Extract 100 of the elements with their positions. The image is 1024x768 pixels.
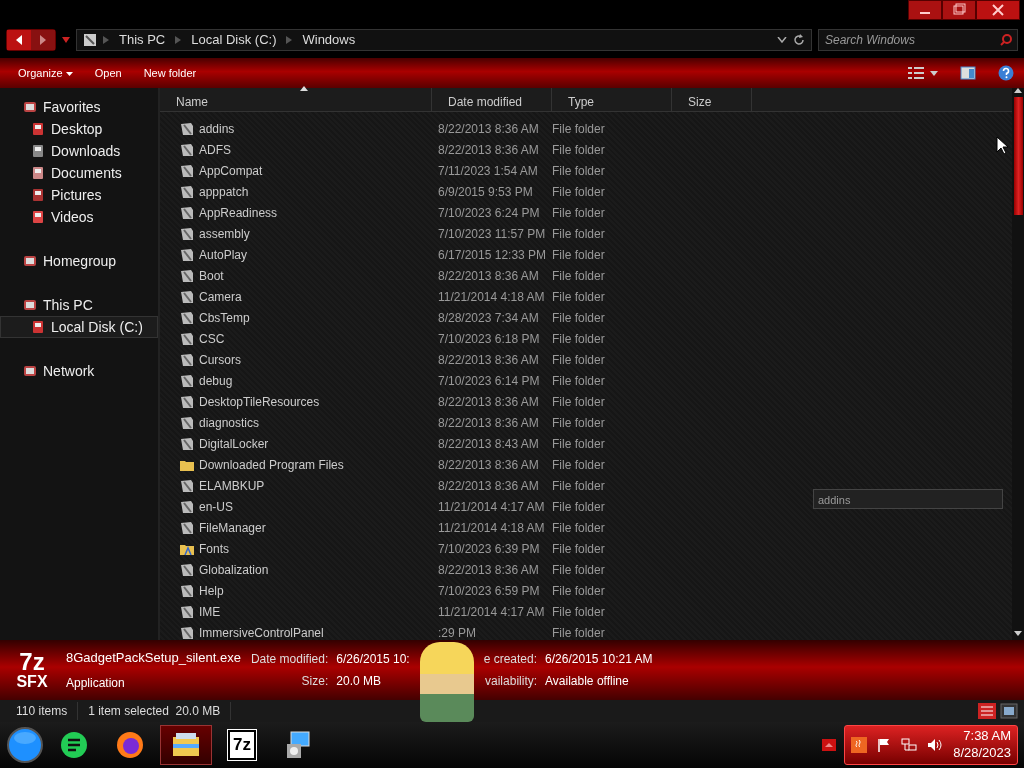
- preview-pane-icon[interactable]: [960, 66, 976, 80]
- firefox-icon: [115, 730, 145, 760]
- chevron-icon: [175, 36, 182, 44]
- file-name[interactable]: FileManager: [199, 518, 266, 537]
- sort-arrow-icon[interactable]: [300, 86, 308, 91]
- file-name: 8GadgetPackSetup_silent.exe: [66, 649, 241, 668]
- date-cell: 11/21/2014 4:18 AM: [438, 289, 545, 304]
- file-name[interactable]: diagnostics: [199, 413, 260, 432]
- folder-icon: [180, 478, 194, 493]
- date-cell: 7/11/2023 1:54 AM: [438, 163, 538, 178]
- taskbar-app[interactable]: [160, 725, 212, 765]
- large-icons-view-icon[interactable]: [1000, 703, 1018, 719]
- file-name[interactable]: DesktopTileResources: [199, 392, 320, 411]
- folder-icon: [180, 268, 194, 283]
- file-name[interactable]: CSC: [199, 329, 225, 348]
- file-name[interactable]: debug: [199, 371, 233, 390]
- folder-icon: [180, 331, 194, 346]
- java-icon[interactable]: [851, 737, 868, 753]
- file-name[interactable]: AutoPlay: [199, 245, 248, 264]
- flag-icon[interactable]: [877, 738, 892, 752]
- file-name[interactable]: ImmersiveControlPanel: [199, 623, 324, 642]
- scrollbar-thumb[interactable]: [1013, 97, 1023, 215]
- location-icon: [31, 122, 45, 136]
- column-header[interactable]: Date modified: [432, 88, 552, 111]
- sidebar-item[interactable]: Local Disk (C:): [0, 316, 158, 338]
- file-name[interactable]: Cursors: [199, 350, 241, 369]
- scroll-down-icon[interactable]: [1014, 631, 1022, 636]
- file-type-icon: 7z SFX: [8, 646, 56, 694]
- file-name[interactable]: en-US: [199, 497, 233, 516]
- forward-icon[interactable]: [31, 30, 55, 50]
- sidebar-item[interactable]: Videos: [0, 206, 158, 228]
- chevron-icon: [286, 36, 293, 44]
- minimize-icon[interactable]: [908, 0, 942, 20]
- sidebar-item[interactable]: Homegroup: [0, 250, 158, 272]
- file-name[interactable]: apppatch: [199, 182, 249, 201]
- breadcrumb-item[interactable]: This PC: [115, 30, 170, 50]
- toolbar-button[interactable]: New folder: [135, 62, 205, 84]
- sidebar-item[interactable]: Pictures: [0, 184, 158, 206]
- mouse-cursor-icon: [996, 136, 1008, 154]
- dropdown-arrow-icon[interactable]: [62, 37, 70, 43]
- type-cell: File folder: [552, 310, 605, 325]
- file-name[interactable]: AppReadiness: [199, 203, 278, 222]
- toolbar-button[interactable]: Open: [86, 62, 130, 84]
- node-icon: [23, 298, 37, 312]
- type-cell: File folder: [552, 520, 605, 535]
- file-name[interactable]: ELAMBKUP: [199, 476, 265, 495]
- file-name[interactable]: CbsTemp: [199, 308, 250, 327]
- sidebar-item[interactable]: Favorites: [0, 96, 158, 118]
- search-field[interactable]: Search Windows: [818, 29, 1018, 51]
- breadcrumb-item[interactable]: Windows: [298, 30, 360, 50]
- show-hidden-icon[interactable]: [822, 739, 837, 751]
- type-ahead-field[interactable]: addins: [813, 489, 1003, 509]
- file-name[interactable]: addins: [199, 119, 235, 138]
- folder-icon: [180, 247, 194, 262]
- start-orb-icon[interactable]: [6, 726, 44, 764]
- type-cell: File folder: [552, 163, 605, 178]
- column-header[interactable]: Size: [672, 88, 752, 111]
- sidebar-item[interactable]: Desktop: [0, 118, 158, 140]
- network-icon[interactable]: [901, 738, 918, 752]
- folder-icon: [180, 373, 194, 388]
- file-name[interactable]: Globalization: [199, 560, 269, 579]
- field-label: e created:: [483, 651, 538, 668]
- type-cell: File folder: [552, 205, 605, 220]
- type-cell: File folder: [552, 562, 605, 577]
- taskbar-app[interactable]: 7z: [216, 725, 268, 765]
- caret-icon[interactable]: [930, 70, 938, 76]
- file-name[interactable]: Fonts: [199, 539, 229, 558]
- file-name[interactable]: AppCompat: [199, 161, 263, 180]
- sidebar-item[interactable]: Downloads: [0, 140, 158, 162]
- restore-icon[interactable]: [942, 0, 976, 20]
- location-icon: [31, 166, 45, 180]
- sidebar-item[interactable]: Documents: [0, 162, 158, 184]
- date-cell: 7/10/2023 11:57 PM: [438, 226, 546, 241]
- sidebar-item[interactable]: This PC: [0, 294, 158, 316]
- volume-icon[interactable]: [927, 738, 944, 752]
- type-cell: File folder: [552, 394, 605, 409]
- caret-icon: [65, 71, 73, 76]
- toolbar-button[interactable]: Organize: [10, 62, 81, 84]
- sidebar-item[interactable]: Network: [0, 360, 158, 382]
- view-list-icon[interactable]: [908, 67, 924, 79]
- file-name[interactable]: ADFS: [199, 140, 231, 159]
- back-icon[interactable]: [7, 30, 31, 50]
- file-name[interactable]: IME: [199, 602, 221, 621]
- refresh-icon[interactable]: [793, 34, 805, 46]
- help-icon[interactable]: [998, 65, 1014, 81]
- file-name[interactable]: Camera: [199, 287, 242, 306]
- close-icon[interactable]: [976, 0, 1020, 20]
- file-name[interactable]: Boot: [199, 266, 224, 285]
- location-icon: [31, 320, 45, 334]
- breadcrumb-item[interactable]: Local Disk (C:): [187, 30, 281, 50]
- column-header[interactable]: Type: [552, 88, 672, 111]
- type-cell: File folder: [552, 499, 605, 514]
- file-name[interactable]: DigitalLocker: [199, 434, 269, 453]
- file-name[interactable]: Help: [199, 581, 224, 600]
- folder-icon: [180, 499, 194, 514]
- file-name[interactable]: assembly: [199, 224, 250, 243]
- date-cell: 11/21/2014 4:17 AM: [438, 604, 545, 619]
- type-cell: File folder: [552, 583, 605, 598]
- node-icon: [23, 100, 37, 114]
- file-name[interactable]: Downloaded Program Files: [199, 455, 344, 474]
